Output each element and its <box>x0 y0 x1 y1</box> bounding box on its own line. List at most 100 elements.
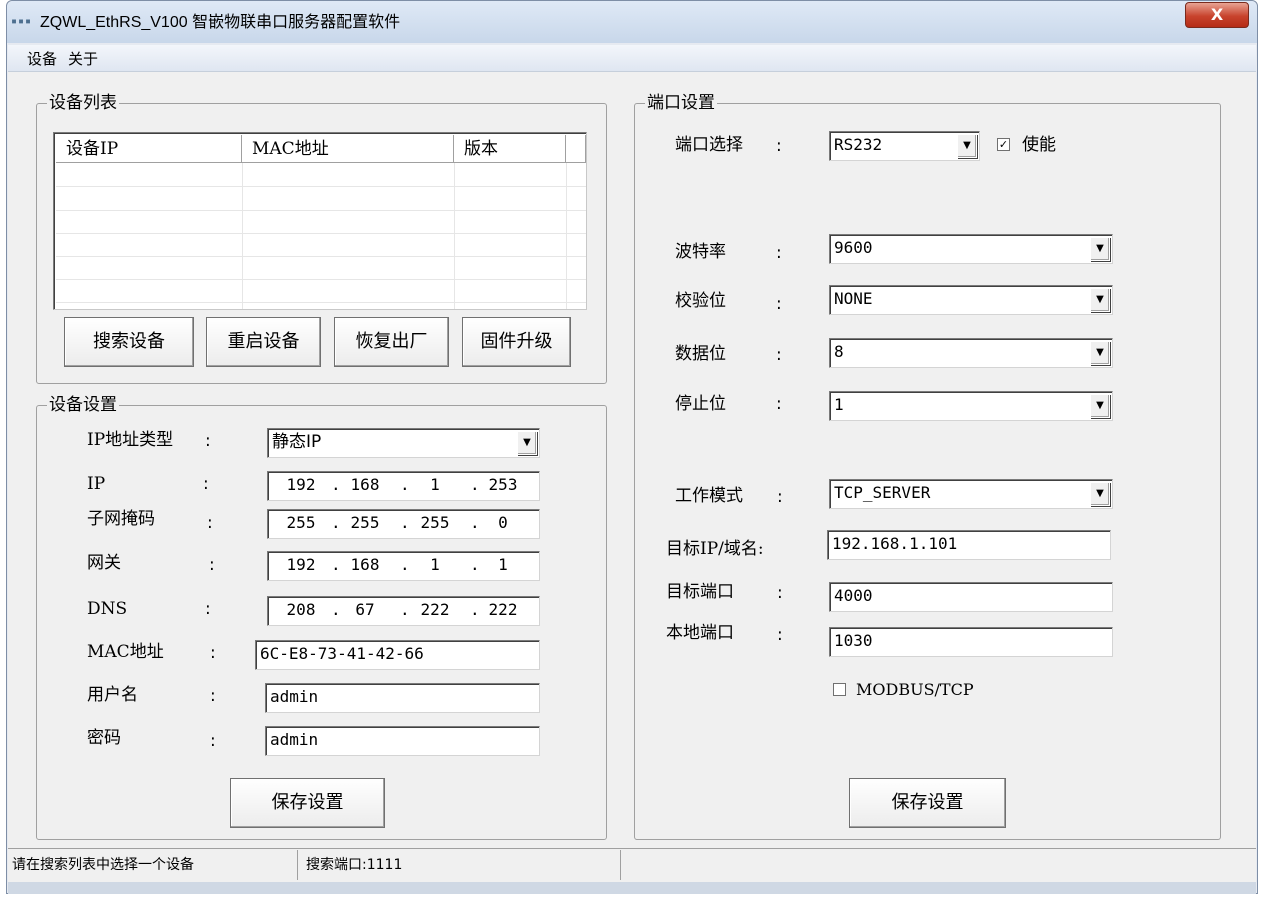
device-list[interactable]: 设备IP MAC地址 版本 <box>53 132 587 310</box>
colon: : <box>776 136 782 156</box>
restart-device-button[interactable]: 重启设备 <box>206 317 321 367</box>
data-bits-select[interactable]: 8 ▼ <box>829 338 1113 368</box>
chevron-down-icon[interactable]: ▼ <box>1090 288 1110 312</box>
dns-field[interactable]: 208 . 67 . 222 . 222 <box>267 596 540 626</box>
menu-device[interactable]: 设备 <box>27 49 57 69</box>
username-field[interactable]: admin <box>265 683 540 713</box>
gateway-octet[interactable]: 168 <box>340 552 390 578</box>
column-header-version[interactable]: 版本 <box>454 135 566 163</box>
mask-octet[interactable]: 255 <box>410 510 460 536</box>
enable-checkbox[interactable]: ✓ <box>997 138 1010 151</box>
row-divider <box>56 302 586 303</box>
parity-select[interactable]: NONE ▼ <box>829 285 1113 315</box>
ip-octet[interactable]: 192 <box>276 472 326 498</box>
ip-dot: . <box>400 555 410 574</box>
baud-rate-value: 9600 <box>834 238 873 257</box>
window-bottom-border <box>8 882 1256 894</box>
port-select-value: RS232 <box>834 135 883 154</box>
mask-octet[interactable]: 0 <box>478 510 528 536</box>
colon: : <box>776 294 782 314</box>
ip-octet[interactable]: 253 <box>478 472 528 498</box>
colon: : <box>777 487 783 507</box>
ip-type-label: IP地址类型 <box>87 430 174 450</box>
ip-label: IP <box>87 474 106 494</box>
gateway-octet[interactable]: 1 <box>410 552 460 578</box>
chevron-down-icon[interactable]: ▼ <box>1090 341 1110 365</box>
row-divider <box>56 279 586 280</box>
mask-octet[interactable]: 255 <box>276 510 326 536</box>
ip-octet[interactable]: 1 <box>410 472 460 498</box>
target-ip-label: 目标IP/域名: <box>666 539 764 559</box>
dns-octet[interactable]: 208 <box>276 597 326 623</box>
search-device-button[interactable]: 搜索设备 <box>64 317 194 367</box>
ip-address-field[interactable]: 192 . 168 . 1 . 253 <box>267 471 540 501</box>
work-mode-value: TCP_SERVER <box>834 483 931 502</box>
save-port-settings-button[interactable]: 保存设置 <box>849 778 1006 828</box>
gateway-octet[interactable]: 192 <box>276 552 326 578</box>
colon: : <box>776 394 782 414</box>
chevron-down-icon[interactable]: ▼ <box>957 134 977 158</box>
status-message: 请在搜索列表中选择一个设备 <box>8 850 298 880</box>
local-port-field[interactable]: 1030 <box>829 627 1113 657</box>
dns-octet[interactable]: 222 <box>478 597 528 623</box>
row-divider <box>56 210 586 211</box>
subnet-mask-field[interactable]: 255 . 255 . 255 . 0 <box>267 509 540 539</box>
subnet-mask-label: 子网掩码 <box>87 509 155 529</box>
ip-octet[interactable]: 168 <box>340 472 390 498</box>
gateway-label: 网关 <box>87 553 121 573</box>
port-settings-group <box>634 103 1221 840</box>
target-port-field[interactable]: 4000 <box>829 582 1113 612</box>
mac-address-field[interactable]: 6C-E8-73-41-42-66 <box>255 640 540 670</box>
modbus-tcp-checkbox[interactable] <box>833 683 846 696</box>
username-label: 用户名 <box>87 685 138 705</box>
chevron-down-icon[interactable]: ▼ <box>1090 482 1110 506</box>
stop-bits-select[interactable]: 1 ▼ <box>829 391 1113 421</box>
local-port-label: 本地端口 <box>666 623 734 643</box>
dns-label: DNS <box>87 599 128 619</box>
check-icon: ✓ <box>998 138 1009 151</box>
target-ip-field[interactable]: 192.168.1.101 <box>827 530 1111 560</box>
colon: : <box>209 555 215 575</box>
dns-octet[interactable]: 222 <box>410 597 460 623</box>
stop-bits-label: 停止位 <box>675 394 726 414</box>
row-divider <box>56 186 586 187</box>
column-header-ip[interactable]: 设备IP <box>56 135 242 163</box>
column-divider <box>242 163 243 309</box>
data-bits-value: 8 <box>834 342 844 361</box>
work-mode-label: 工作模式 <box>675 486 743 506</box>
column-header-mac[interactable]: MAC地址 <box>242 135 454 163</box>
parity-label: 校验位 <box>675 291 726 311</box>
close-button[interactable]: X <box>1185 2 1249 28</box>
chevron-down-icon[interactable]: ▼ <box>1090 394 1110 418</box>
port-select[interactable]: RS232 ▼ <box>829 131 980 161</box>
row-divider <box>56 256 586 257</box>
parity-value: NONE <box>834 289 873 308</box>
port-select-label: 端口选择 <box>675 135 743 155</box>
mask-octet[interactable]: 255 <box>340 510 390 536</box>
row-divider <box>56 233 586 234</box>
modbus-tcp-label: MODBUS/TCP <box>856 680 974 699</box>
colon: : <box>210 731 216 751</box>
gateway-octet[interactable]: 1 <box>478 552 528 578</box>
dns-octet[interactable]: 67 <box>340 597 390 623</box>
chevron-down-icon[interactable]: ▼ <box>1090 237 1110 261</box>
work-mode-select[interactable]: TCP_SERVER ▼ <box>829 479 1113 509</box>
menu-about[interactable]: 关于 <box>68 49 98 69</box>
device-list-title: 设备列表 <box>47 92 119 114</box>
save-device-settings-button[interactable]: 保存设置 <box>230 778 385 828</box>
colon: : <box>777 625 783 645</box>
factory-reset-button[interactable]: 恢复出厂 <box>334 317 449 367</box>
mac-label: MAC地址 <box>87 642 164 662</box>
chevron-down-icon[interactable]: ▼ <box>517 431 537 455</box>
baud-rate-label: 波特率 <box>675 242 726 262</box>
target-port-label: 目标端口 <box>666 582 734 602</box>
password-field[interactable]: admin <box>265 726 540 756</box>
ip-dot: . <box>400 600 410 619</box>
baud-rate-select[interactable]: 9600 ▼ <box>829 234 1113 264</box>
colon: : <box>210 643 216 663</box>
column-header-filler <box>566 135 586 163</box>
gateway-field[interactable]: 192 . 168 . 1 . 1 <box>267 551 540 581</box>
ip-type-select[interactable]: 静态IP ▼ <box>267 428 540 458</box>
password-label: 密码 <box>87 728 121 748</box>
firmware-upgrade-button[interactable]: 固件升级 <box>462 317 571 367</box>
